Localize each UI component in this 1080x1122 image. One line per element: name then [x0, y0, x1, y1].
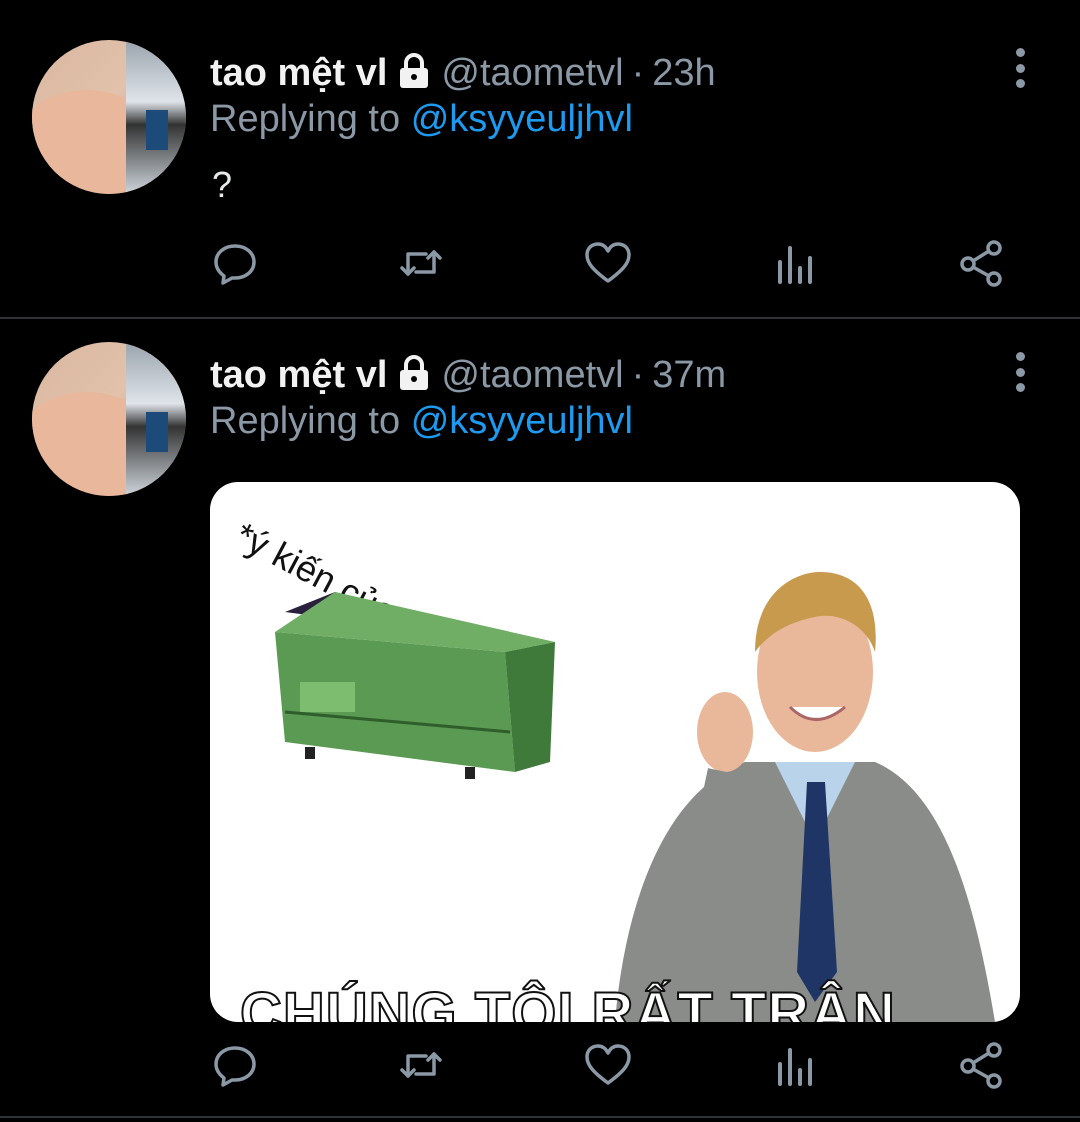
- heart-icon: [585, 1044, 631, 1085]
- timestamp[interactable]: 37m: [652, 354, 726, 397]
- more-vertical-icon[interactable]: [1012, 352, 1028, 392]
- analytics-button[interactable]: [770, 1040, 820, 1090]
- tweet-header: tao mệt vl @taometvl · 37m: [210, 350, 726, 400]
- lock-icon: [397, 354, 431, 396]
- avatar[interactable]: [32, 342, 186, 496]
- meme-caption: CHÚNG TÔI RẤT TRÂN: [239, 980, 896, 1022]
- tweet[interactable]: tao mệt vl @taometvl · 37m Replying to @…: [0, 0, 1080, 1116]
- dumpster-illustration: [275, 592, 555, 779]
- separator: ·: [631, 353, 645, 396]
- tweet-actions: [0, 1040, 1080, 1100]
- author-name[interactable]: tao mệt vl: [210, 354, 387, 397]
- retweet-button[interactable]: [396, 1040, 446, 1090]
- share-button[interactable]: [956, 1040, 1006, 1090]
- analytics-icon: [778, 1048, 812, 1086]
- author-handle[interactable]: @taometvl: [441, 354, 623, 397]
- reply-icon: [214, 1046, 256, 1087]
- like-button[interactable]: [583, 1040, 633, 1090]
- tweet-media-image[interactable]: *ý kiến của CHÚNG TÔI RẤT TRÂN: [210, 482, 1020, 1022]
- reply-button[interactable]: [210, 1040, 260, 1090]
- retweet-icon: [400, 1052, 442, 1078]
- mention-link[interactable]: @ksyyeuljhvl: [411, 400, 633, 442]
- businessman-illustration: [615, 572, 995, 1022]
- divider: [0, 1116, 1080, 1118]
- share-icon: [960, 1042, 1002, 1089]
- replying-prefix: Replying to: [210, 400, 401, 442]
- replying-to: Replying to @ksyyeuljhvl: [210, 400, 633, 443]
